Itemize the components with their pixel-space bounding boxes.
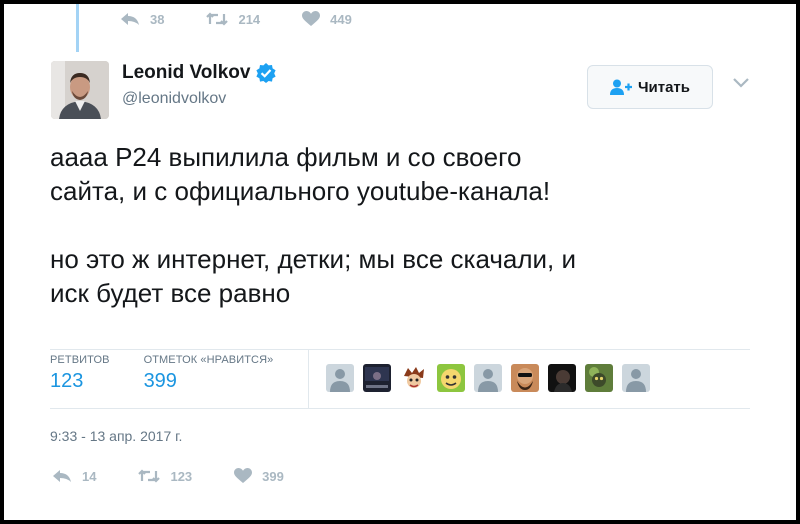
like-count: 399 (262, 468, 284, 484)
likes-label: ОТМЕТОК «НРАВИТСЯ» (143, 354, 274, 366)
reply-count: 14 (82, 468, 97, 484)
tweet-stats: РЕТВИТОВ 123 ОТМЕТОК «НРАВИТСЯ» 399 (50, 354, 307, 408)
like-button[interactable]: 449 (302, 11, 352, 27)
photo-avatar-icon (363, 364, 391, 392)
default-avatar-icon (474, 364, 502, 392)
tweet-text: аааа Р24 выпилила фильм и со своего сайт… (50, 142, 577, 308)
retweets-label: РЕТВИТОВ (50, 354, 110, 366)
divider (308, 350, 309, 408)
likers-list (326, 364, 659, 392)
follow-label: Читать (637, 78, 691, 96)
liker-avatar[interactable] (326, 364, 354, 392)
author-handle[interactable]: @leonidvolkov (122, 90, 276, 108)
liker-avatar[interactable] (363, 364, 391, 392)
like-button[interactable]: 399 (234, 468, 284, 484)
photo-avatar-icon (585, 364, 613, 392)
likes-value: 399 (143, 370, 177, 392)
cartoon-avatar-icon (400, 364, 428, 392)
verified-badge-icon (256, 63, 277, 83)
chevron-down-icon[interactable] (733, 78, 749, 88)
retweets-stat[interactable]: РЕТВИТОВ 123 (50, 354, 110, 408)
retweet-icon (138, 469, 161, 483)
author-avatar[interactable] (51, 61, 109, 119)
liker-avatar[interactable] (548, 364, 576, 392)
reply-button[interactable]: 14 (52, 469, 96, 484)
divider (50, 349, 750, 350)
likes-stat[interactable]: ОТМЕТОК «НРАВИТСЯ» 399 (144, 354, 274, 408)
author-info: Leonid Volkov @leonidvolkov (122, 62, 277, 108)
retweets-value: 123 (50, 370, 84, 392)
previous-tweet-actions: 38 214 449 (120, 11, 394, 27)
reply-count: 38 (150, 11, 165, 27)
default-avatar-icon (622, 364, 650, 392)
tweet-card: 38 214 449 Leonid Volkov @leonidvolkov Ч… (4, 4, 796, 520)
liker-avatar[interactable] (437, 364, 465, 392)
follow-button[interactable]: Читать (587, 65, 713, 109)
add-user-icon (609, 79, 632, 95)
liker-avatar[interactable] (585, 364, 613, 392)
default-avatar-icon (326, 364, 354, 392)
tweet-timestamp[interactable]: 9:33 - 13 апр. 2017 г. (50, 428, 182, 444)
liker-avatar[interactable] (400, 364, 428, 392)
retweet-button[interactable]: 214 (206, 12, 260, 27)
retweet-button[interactable]: 123 (138, 469, 192, 484)
photo-avatar-icon (548, 364, 576, 392)
reply-icon (53, 470, 71, 482)
heart-icon (302, 11, 321, 26)
person-photo-icon (51, 61, 109, 119)
photo-avatar-icon (511, 364, 539, 392)
cartoon-avatar-icon (437, 364, 465, 392)
like-count: 449 (330, 11, 352, 27)
liker-avatar[interactable] (511, 364, 539, 392)
liker-avatar[interactable] (622, 364, 650, 392)
heart-icon (234, 468, 253, 483)
reply-button[interactable]: 38 (120, 12, 164, 27)
tweet-actions: 14 123 399 (52, 468, 326, 484)
retweet-icon (206, 12, 229, 26)
author-name[interactable]: Leonid Volkov (122, 62, 250, 84)
reply-icon (121, 13, 139, 25)
divider (50, 408, 750, 409)
liker-avatar[interactable] (474, 364, 502, 392)
thread-line (76, 4, 79, 52)
retweet-count: 214 (238, 11, 261, 27)
retweet-count: 123 (170, 468, 193, 484)
